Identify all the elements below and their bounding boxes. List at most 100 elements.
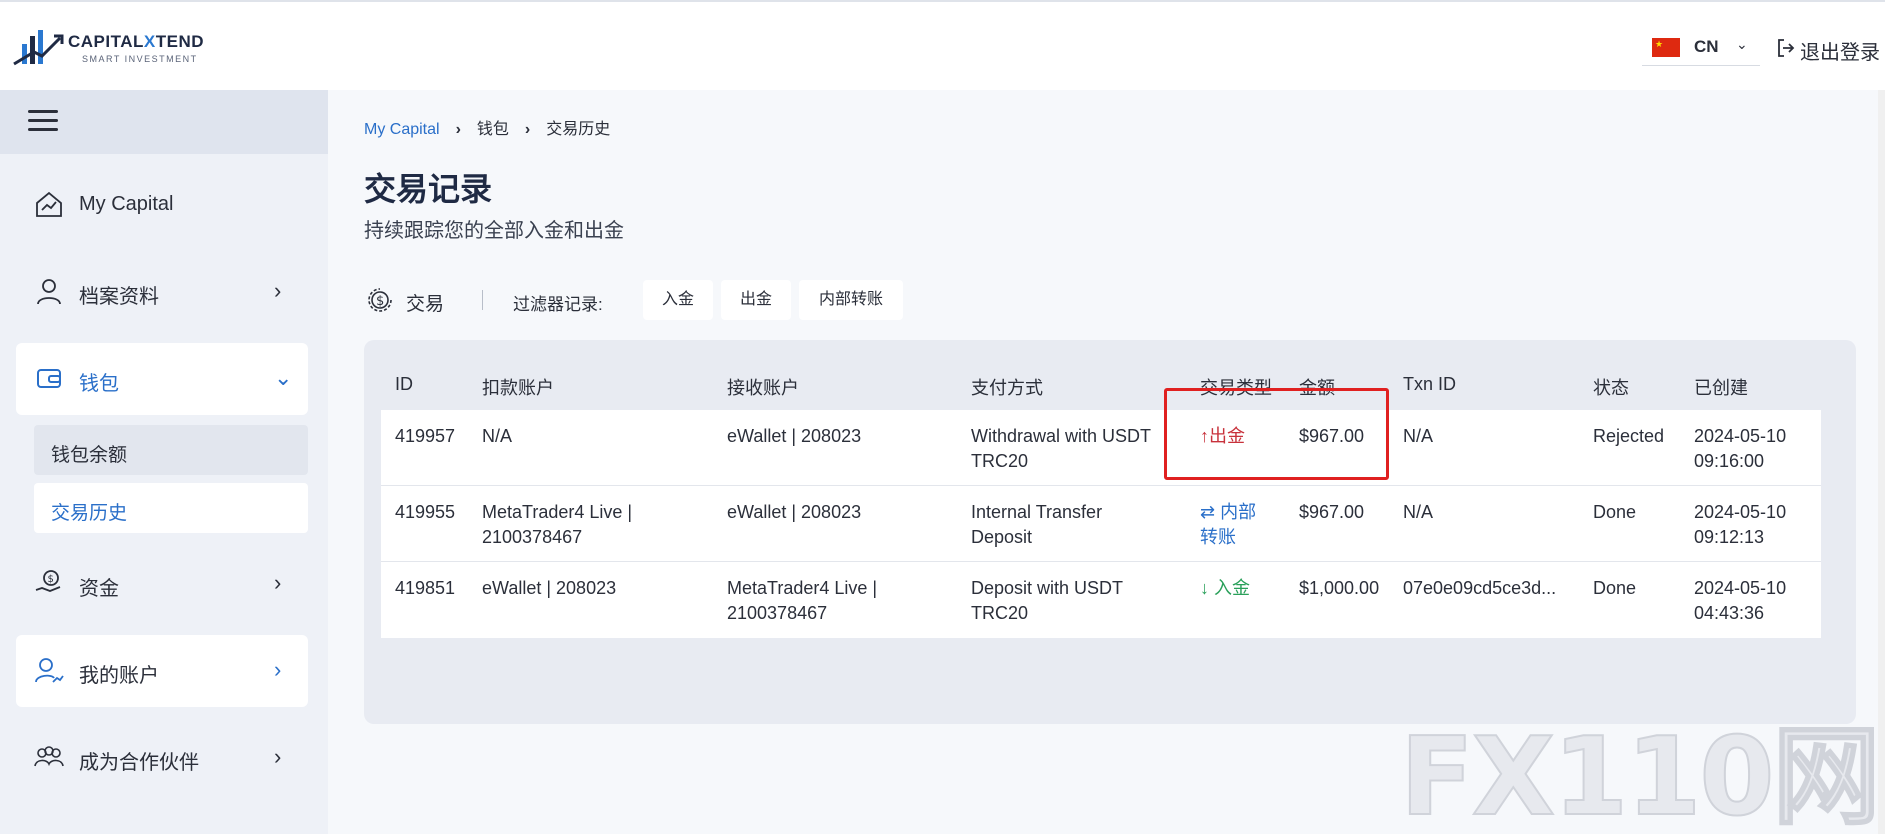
logout-icon	[1778, 39, 1795, 57]
cell-status: Rejected	[1593, 426, 1665, 446]
cell-id: 419957	[395, 426, 456, 446]
svg-text:$: $	[376, 294, 384, 309]
sidebar-item-label: My Capital	[79, 193, 174, 215]
cell-txn-id: N/A	[1403, 426, 1434, 446]
sidebar-item-label: 成为合作伙伴	[79, 752, 199, 774]
language-selector[interactable]: ★ CN ⌄	[1642, 30, 1760, 66]
logo-tagline: SMART INVESTMENT	[82, 54, 198, 64]
transactions-label: 交易	[406, 294, 445, 315]
money-hand-icon: $	[35, 570, 61, 592]
cell-from: N/A	[482, 426, 513, 446]
svg-text:$: $	[48, 574, 54, 585]
breadcrumb-separator-icon: ›	[524, 121, 531, 138]
hamburger-menu-icon[interactable]	[28, 110, 58, 132]
cell-type-deposit: ↓ 入金	[1200, 578, 1251, 598]
filter-deposit-button[interactable]: 入金	[643, 280, 713, 320]
column-header-status[interactable]: 状态	[1593, 374, 1629, 400]
sidebar-item-label: 资金	[79, 578, 119, 600]
cell-created: 2024-05-10 04:43:36	[1694, 578, 1787, 623]
cell-from: eWallet | 208023	[482, 578, 617, 598]
home-chart-icon	[36, 191, 62, 217]
sidebar-item-funds[interactable]: $ 资金 ›	[16, 548, 308, 620]
cell-status: Done	[1593, 502, 1637, 522]
sidebar-item-label: 档案资料	[79, 286, 159, 308]
breadcrumb: My Capital › 钱包 › 交易历史	[364, 115, 610, 139]
sidebar-item-my-capital[interactable]: My Capital	[16, 169, 308, 241]
filter-divider	[482, 290, 483, 310]
cell-txn-id: 07e0e09cd5ce3d...	[1403, 578, 1557, 598]
chevron-right-icon: ›	[274, 657, 282, 682]
cell-to: eWallet | 208023	[727, 502, 862, 522]
cell-to: eWallet | 208023	[727, 426, 862, 446]
top-header: CAPITALXTEND SMART INVESTMENT ★ CN ⌄ 退出登…	[0, 0, 1885, 90]
wallet-icon	[37, 369, 61, 388]
cell-amount: $1,000.00	[1299, 578, 1380, 598]
cell-status: Done	[1593, 578, 1637, 598]
cell-created: 2024-05-10 09:16:00	[1694, 426, 1787, 471]
transactions-table-card: ID 扣款账户 接收账户 支付方式 交易类型 金额 Txn ID 状态 已创建 …	[364, 340, 1856, 724]
column-header-method[interactable]: 支付方式	[971, 374, 1043, 400]
sidebar-item-become-partner[interactable]: 成为合作伙伴 ›	[16, 722, 308, 794]
column-header-txn-id[interactable]: Txn ID	[1403, 374, 1456, 395]
logo-bars-icon	[13, 30, 64, 66]
chevron-right-icon: ›	[274, 744, 282, 769]
chevron-down-icon: ⌄	[274, 365, 293, 390]
chevron-right-icon: ›	[274, 278, 282, 303]
filter-withdraw-button[interactable]: 出金	[721, 280, 791, 320]
transfer-arrows-icon: ⇄	[1200, 502, 1216, 522]
user-icon	[37, 279, 61, 305]
filter-records-label: 过滤器记录:	[513, 295, 603, 314]
logo-text: CAPITALXTEND	[68, 32, 205, 51]
chevron-down-icon: ⌄	[1736, 36, 1748, 52]
cell-id: 419955	[395, 502, 456, 522]
sidebar-item-label: 钱包	[79, 373, 119, 395]
table-row[interactable]: 419955 MetaTrader4 Live | 2100378467 eWal…	[381, 486, 1821, 562]
page-title: 交易记录	[364, 171, 493, 207]
dollar-cycle-icon: $	[368, 288, 392, 312]
cell-method: Internal Transfer Deposit	[971, 502, 1103, 547]
group-icon	[34, 746, 64, 767]
sidebar-item-profile[interactable]: 档案资料 ›	[16, 256, 308, 328]
table-row[interactable]: 419957 N/A eWallet | 208023 Withdrawal w…	[381, 410, 1821, 486]
cell-created: 2024-05-10 09:12:13	[1694, 502, 1787, 547]
breadcrumb-current: 交易历史	[546, 121, 611, 138]
cell-method: Deposit with USDT TRC20	[971, 578, 1124, 623]
sidebar-item-wallet[interactable]: 钱包 ⌄	[16, 343, 308, 415]
column-header-id[interactable]: ID	[395, 374, 413, 395]
sub-item-label: 钱包余额	[51, 445, 128, 466]
china-flag-icon: ★	[1652, 38, 1680, 57]
page-subtitle: 持续跟踪您的全部入金和出金	[364, 220, 624, 242]
sidebar-sub-transaction-history[interactable]: 交易历史	[34, 483, 308, 533]
sub-item-label: 交易历史	[51, 503, 128, 524]
column-header-to[interactable]: 接收账户	[727, 374, 799, 400]
transactions-table: ID 扣款账户 接收账户 支付方式 交易类型 金额 Txn ID 状态 已创建 …	[381, 356, 1821, 638]
logout-label: 退出登录	[1800, 42, 1880, 64]
capitalxtend-logo[interactable]: CAPITALXTEND SMART INVESTMENT	[12, 24, 222, 70]
cell-method: Withdrawal with USDT TRC20	[971, 426, 1152, 471]
user-chart-icon	[35, 658, 64, 683]
sidebar: My Capital 档案资料 › 钱包 ⌄ 钱包余额 交易历史 $ 资金 ›	[0, 90, 328, 834]
table-header: ID 扣款账户 接收账户 支付方式 交易类型 金额 Txn ID 状态 已创建	[381, 356, 1821, 410]
column-header-created[interactable]: 已创建	[1694, 374, 1748, 400]
breadcrumb-separator-icon: ›	[455, 121, 461, 138]
chevron-right-icon: ›	[274, 570, 282, 595]
sidebar-item-my-account[interactable]: 我的账户 ›	[16, 635, 308, 707]
column-header-from[interactable]: 扣款账户	[482, 374, 554, 400]
filter-internal-transfer-button[interactable]: 内部转账	[799, 280, 903, 320]
language-code: CN	[1694, 37, 1719, 56]
sidebar-item-label: 我的账户	[79, 665, 159, 687]
table-row[interactable]: 419851 eWallet | 208023 MetaTrader4 Live…	[381, 562, 1821, 638]
cell-to: MetaTrader4 Live | 2100378467	[727, 578, 878, 623]
fx110-watermark: FX110网	[1399, 714, 1881, 834]
cell-id: 419851	[395, 578, 456, 598]
sidebar-toggle-bar	[0, 90, 328, 154]
arrow-down-icon: ↓	[1200, 578, 1209, 598]
cell-from: MetaTrader4 Live | 2100378467	[482, 502, 633, 547]
cell-amount: $967.00	[1299, 502, 1365, 522]
page-scrollbar[interactable]	[1878, 90, 1885, 834]
sidebar-sub-wallet-balance[interactable]: 钱包余额	[34, 425, 308, 475]
breadcrumb-wallet[interactable]: 钱包	[477, 121, 509, 138]
cell-type-internal: ⇄ 内部 转账	[1200, 502, 1257, 547]
breadcrumb-my-capital[interactable]: My Capital	[364, 121, 440, 138]
cell-txn-id: N/A	[1403, 502, 1434, 522]
